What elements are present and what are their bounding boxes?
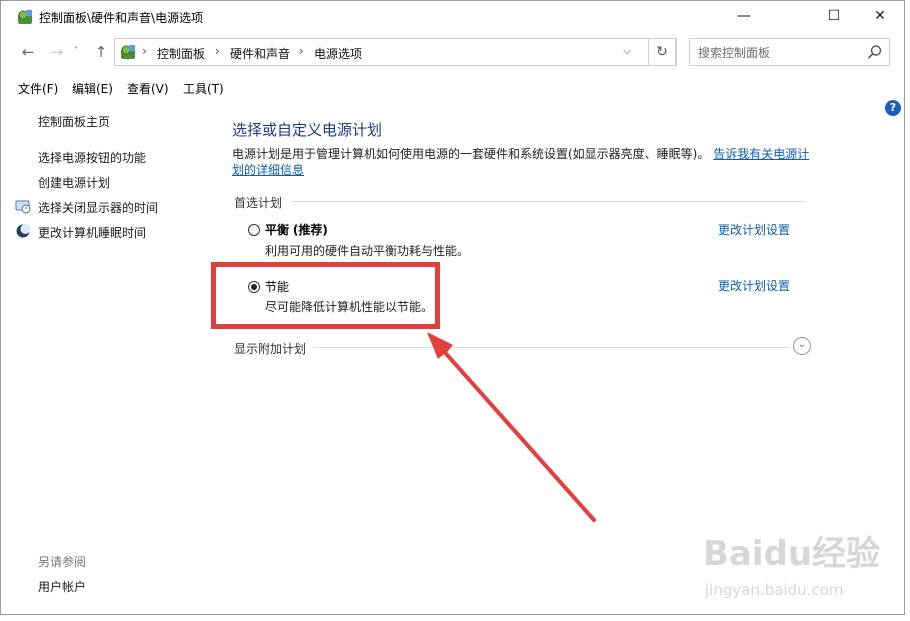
watermark-url: jingyan.baidu.com bbox=[704, 581, 843, 599]
breadcrumb-separator[interactable]: › bbox=[299, 44, 304, 58]
window-title: 控制面板\硬件和声音\电源选项 bbox=[39, 11, 204, 25]
breadcrumb-hardware-sound[interactable]: 硬件和声音 bbox=[230, 45, 290, 62]
preferred-plans-label: 首选计划 bbox=[234, 196, 283, 210]
control-panel-icon bbox=[121, 45, 135, 59]
search-icon[interactable] bbox=[867, 44, 883, 60]
forward-button[interactable]: → bbox=[46, 41, 68, 63]
recent-locations-button[interactable]: ˅ bbox=[69, 41, 83, 63]
menu-bar: 文件(F) 编辑(E) 查看(V) 工具(T) bbox=[1, 77, 904, 99]
group-divider bbox=[291, 201, 806, 202]
breadcrumb-separator: › bbox=[142, 44, 147, 58]
monitor-clock-icon bbox=[15, 200, 31, 214]
breadcrumb-separator[interactable]: › bbox=[215, 44, 220, 58]
sidebar-item-sleep-time[interactable]: 更改计算机睡眠时间 bbox=[38, 224, 146, 241]
description-text: 电源计划是用于管理计算机如何使用电源的一套硬件和系统设置(如显示器亮度、睡眠等)… bbox=[232, 147, 710, 161]
refresh-button[interactable]: ↻ bbox=[648, 38, 676, 66]
sidebar-item-display-off[interactable]: 选择关闭显示器的时间 bbox=[38, 199, 158, 216]
sidebar-item-power-button[interactable]: 选择电源按钮的功能 bbox=[38, 149, 146, 166]
address-bar[interactable]: › 控制面板 › 硬件和声音 › 电源选项 ⌵ bbox=[114, 38, 677, 66]
search-box[interactable] bbox=[689, 38, 890, 66]
title-bar: 控制面板\硬件和声音\电源选项 — ☐ ✕ bbox=[1, 1, 904, 33]
menu-view[interactable]: 查看(V) bbox=[127, 80, 169, 97]
menu-edit[interactable]: 编辑(E) bbox=[72, 80, 113, 97]
page-title: 选择或自定义电源计划 bbox=[232, 121, 383, 139]
moon-icon bbox=[16, 224, 31, 238]
control-panel-icon bbox=[18, 10, 32, 24]
plan-balanced-title: 平衡 bbox=[265, 223, 290, 237]
chevron-down-icon[interactable]: ⌄ bbox=[793, 337, 811, 355]
plan-balanced-tag: (推荐) bbox=[292, 223, 328, 237]
sidebar-item-create-plan[interactable]: 创建电源计划 bbox=[38, 174, 110, 191]
close-button[interactable]: ✕ bbox=[857, 1, 903, 33]
search-input[interactable] bbox=[696, 43, 860, 63]
group-divider bbox=[313, 347, 789, 348]
plan-balanced-desc: 利用可用的硬件自动平衡功耗与性能。 bbox=[265, 244, 470, 258]
address-dropdown-icon[interactable]: ⌵ bbox=[623, 44, 631, 58]
sidebar-home-link[interactable]: 控制面板主页 bbox=[38, 113, 110, 130]
menu-tools[interactable]: 工具(T) bbox=[183, 80, 224, 97]
control-panel-window: 控制面板\硬件和声音\电源选项 — ☐ ✕ ← → ˅ ↑ › 控制面板 › 硬… bbox=[0, 0, 905, 615]
page-description: 电源计划是用于管理计算机如何使用电源的一套硬件和系统设置(如显示器亮度、睡眠等)… bbox=[232, 146, 812, 178]
see-also-user-accounts[interactable]: 用户帐户 bbox=[38, 578, 86, 595]
minimize-button[interactable]: — bbox=[721, 1, 767, 33]
highlight-box bbox=[211, 262, 440, 329]
see-also-title: 另请参阅 bbox=[38, 555, 87, 569]
plan-balanced-radio[interactable] bbox=[248, 224, 260, 236]
maximize-button[interactable]: ☐ bbox=[811, 1, 857, 33]
breadcrumb-power-options[interactable]: 电源选项 bbox=[314, 45, 362, 62]
plan-balanced-name[interactable]: 平衡 (推荐) bbox=[265, 221, 328, 238]
menu-file[interactable]: 文件(F) bbox=[18, 80, 58, 97]
baidu-watermark-logo: Baidu经验 jingyan.baidu.com bbox=[703, 534, 880, 599]
breadcrumb-control-panel[interactable]: 控制面板 bbox=[157, 45, 205, 62]
up-button[interactable]: ↑ bbox=[90, 41, 112, 63]
help-icon[interactable]: ? bbox=[885, 100, 901, 116]
plan-balanced-settings-link[interactable]: 更改计划设置 bbox=[718, 221, 790, 238]
show-additional-plans-label[interactable]: 显示附加计划 bbox=[234, 340, 306, 357]
watermark-brand: Baidu经验 bbox=[703, 534, 880, 574]
back-button[interactable]: ← bbox=[17, 41, 39, 63]
plan-power-saver-settings-link[interactable]: 更改计划设置 bbox=[718, 277, 790, 294]
